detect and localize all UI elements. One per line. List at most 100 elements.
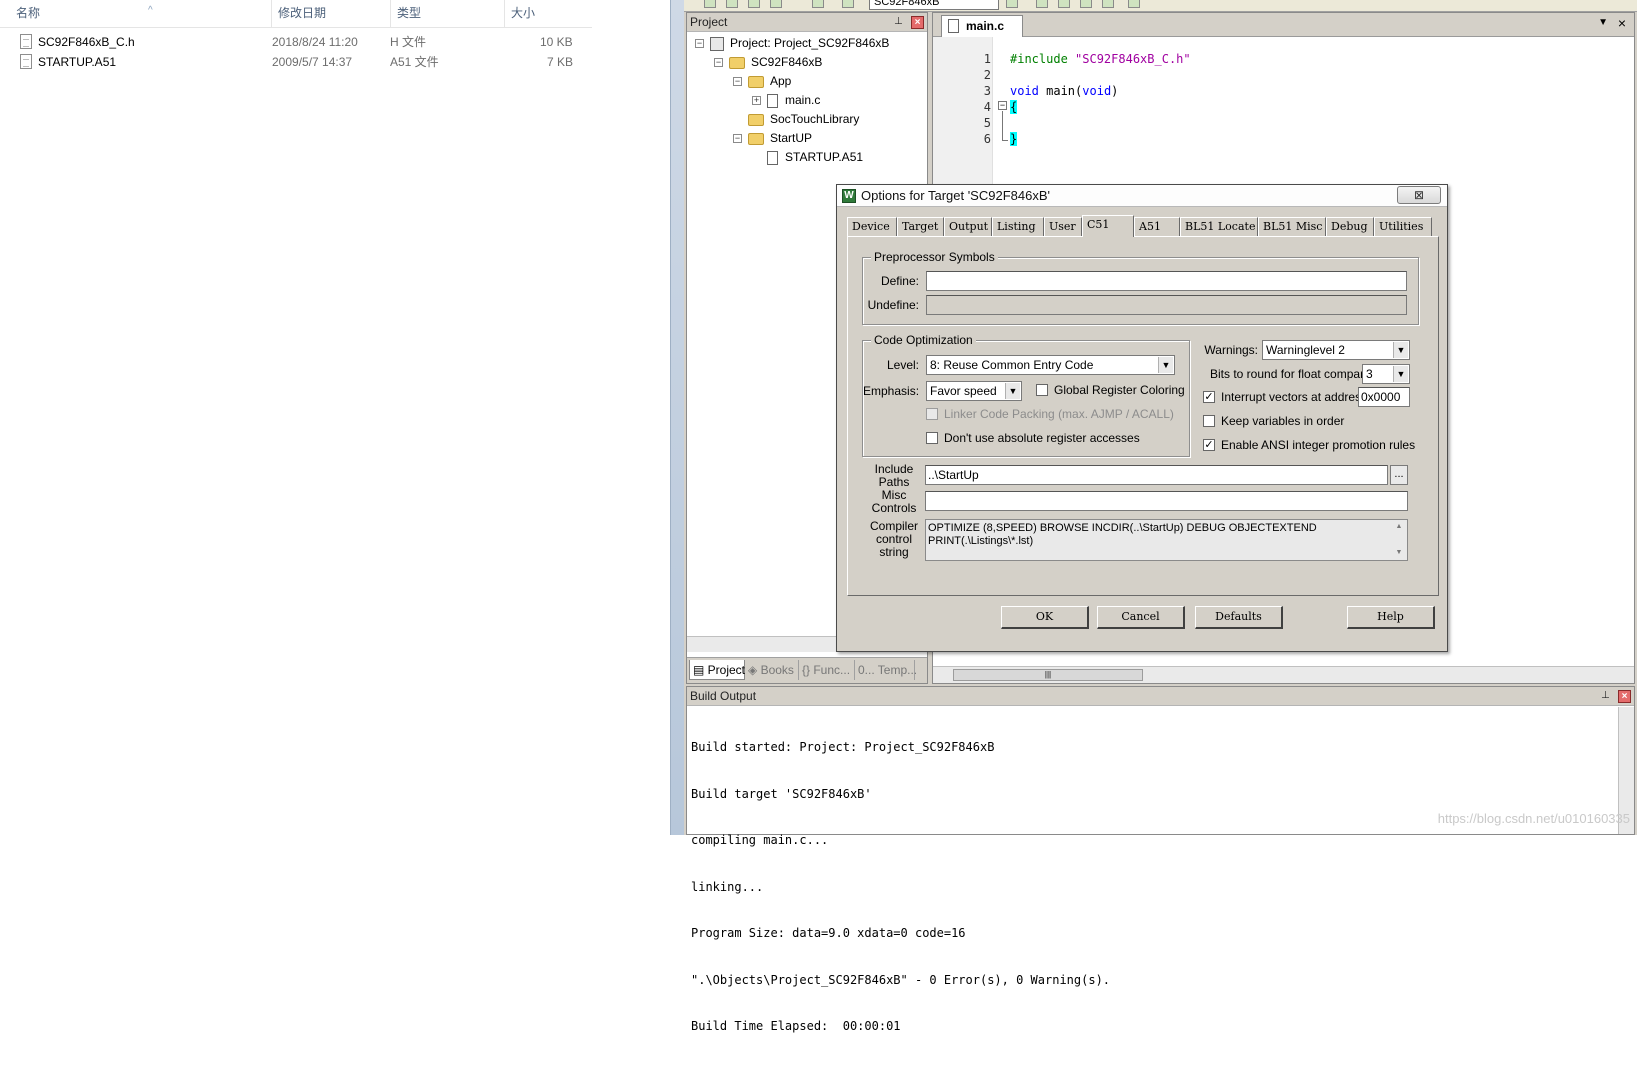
tab-c51[interactable]: C51 xyxy=(1082,215,1134,237)
chevron-down-icon[interactable]: ▼ xyxy=(1598,17,1608,28)
compiler-control-string[interactable]: OPTIMIZE (8,SPEED) BROWSE INCDIR(..\Star… xyxy=(925,519,1408,561)
misc-controls-input[interactable] xyxy=(925,491,1408,511)
tree-group-soctouch[interactable]: SocTouchLibrary xyxy=(748,110,859,129)
toolbar-button-icon[interactable] xyxy=(1058,0,1070,8)
toolbar-button-icon[interactable] xyxy=(1128,0,1140,8)
tab-bl51-locate[interactable]: BL51 Locate xyxy=(1180,217,1258,236)
cancel-button[interactable]: Cancel xyxy=(1097,606,1185,629)
chevron-down-icon[interactable]: ▼ xyxy=(1393,342,1408,358)
keep-variables-checkbox[interactable] xyxy=(1203,415,1215,427)
interrupt-vectors-checkbox[interactable]: ✓ xyxy=(1203,391,1215,403)
ansi-promotion-checkbox[interactable]: ✓ xyxy=(1203,439,1215,451)
toolbar-button-icon[interactable] xyxy=(1102,0,1114,8)
toolbar-button-icon[interactable] xyxy=(1036,0,1048,8)
chevron-down-icon[interactable]: ▼ xyxy=(1005,383,1020,399)
tab-utilities[interactable]: Utilities xyxy=(1374,217,1432,236)
code-line-6[interactable]: } xyxy=(1010,131,1018,147)
build-output-title: Build Output ⊥ × xyxy=(687,687,1634,706)
preprocessor-group: Preprocessor Symbols Define: Undefine: xyxy=(862,250,1419,325)
tree-file-startup[interactable]: STARTUP.A51 xyxy=(767,148,863,167)
build-log[interactable]: Build started: Project: Project_SC92F846… xyxy=(691,709,1110,1066)
browse-include-paths-button[interactable]: ... xyxy=(1390,465,1408,485)
bits-round-select[interactable]: 3 ▼ xyxy=(1362,364,1410,384)
scrollbar-thumb[interactable]: ||| xyxy=(953,669,1143,681)
level-select[interactable]: 8: Reuse Common Entry Code ▼ xyxy=(926,355,1175,375)
column-date[interactable]: 修改日期 xyxy=(271,0,390,28)
tab-main-c[interactable]: main.c xyxy=(941,15,1023,37)
toolbar-button-icon[interactable] xyxy=(770,0,782,8)
toolbar-button-icon[interactable] xyxy=(812,0,824,8)
tab-books[interactable]: ◈ Books xyxy=(745,660,799,680)
toolbar-button-icon[interactable] xyxy=(704,0,716,8)
code-line-4[interactable]: { xyxy=(1010,99,1018,115)
toolbar-button-icon[interactable] xyxy=(1080,0,1092,8)
close-icon[interactable]: × xyxy=(1618,690,1631,703)
linker-packing-checkbox[interactable] xyxy=(926,408,938,420)
tab-user[interactable]: User xyxy=(1044,217,1082,236)
global-register-label: Global Register Coloring xyxy=(1054,383,1185,397)
toolbar-button-icon[interactable] xyxy=(748,0,760,8)
toolbar-button-icon[interactable] xyxy=(842,0,854,8)
tab-output[interactable]: Output xyxy=(944,217,992,236)
tab-target[interactable]: Target xyxy=(897,217,944,236)
build-log-line: ".\Objects\Project_SC92F846xB" - 0 Error… xyxy=(691,972,1111,987)
file-row[interactable]: STARTUP.A51 2009/5/7 14:37 A51 文件 7 KB xyxy=(0,52,592,72)
watermark: https://blog.csdn.net/u010160335 xyxy=(1437,811,1630,826)
code-line-3[interactable]: void main(void) xyxy=(1010,83,1118,99)
undefine-label: Undefine: xyxy=(867,298,919,312)
expand-icon[interactable]: + xyxy=(752,96,761,106)
tree-label: main.c xyxy=(785,93,821,107)
line-number: 1 xyxy=(983,52,991,66)
dialog-titlebar[interactable]: W Options for Target 'SC92F846xB' ⊠ xyxy=(837,185,1447,207)
ok-button[interactable]: OK xyxy=(1001,606,1089,629)
tab-functions[interactable]: {} Func... xyxy=(799,660,855,680)
tab-debug[interactable]: Debug xyxy=(1326,217,1374,236)
close-icon[interactable]: × xyxy=(1618,15,1626,31)
tab-project[interactable]: ▤ Project xyxy=(689,660,745,680)
tab-bl51-misc[interactable]: BL51 Misc xyxy=(1258,217,1326,236)
close-icon[interactable]: × xyxy=(911,16,924,29)
collapse-icon[interactable]: − xyxy=(695,39,704,49)
chevron-down-icon[interactable]: ▼ xyxy=(1158,357,1173,373)
build-output-panel: Build Output ⊥ × Build started: Project:… xyxy=(686,686,1635,1033)
tab-templates[interactable]: 0... Temp... xyxy=(855,660,917,680)
collapse-icon[interactable]: − xyxy=(733,77,742,87)
defaults-button[interactable]: Defaults xyxy=(1195,606,1283,629)
define-input[interactable] xyxy=(926,271,1407,291)
column-type[interactable]: 类型 xyxy=(390,0,504,28)
global-register-checkbox[interactable] xyxy=(1036,384,1048,396)
interrupt-vectors-label: Interrupt vectors at address: xyxy=(1221,390,1371,404)
warnings-select[interactable]: Warninglevel 2 ▼ xyxy=(1262,340,1410,360)
fold-toggle-icon[interactable]: − xyxy=(998,101,1007,110)
include-paths-input[interactable]: ..\StartUp xyxy=(925,465,1388,485)
file-row[interactable]: SC92F846xB_C.h 2018/8/24 11:20 H 文件 10 K… xyxy=(0,32,592,52)
tree-project-root[interactable]: − Project: Project_SC92F846xB xyxy=(695,34,889,53)
emphasis-select[interactable]: Favor speed ▼ xyxy=(926,381,1022,401)
horizontal-scrollbar[interactable]: ||| xyxy=(933,666,1634,683)
tree-group-startup[interactable]: − StartUP xyxy=(733,129,812,148)
code-line-1[interactable]: #include "SC92F846xB_C.h" xyxy=(1010,51,1191,67)
absolute-register-checkbox[interactable] xyxy=(926,432,938,444)
tab-device[interactable]: Device xyxy=(847,217,897,236)
tree-group-app[interactable]: − App xyxy=(733,72,791,91)
tab-listing[interactable]: Listing xyxy=(992,217,1044,236)
tab-a51[interactable]: A51 xyxy=(1134,217,1180,236)
help-button[interactable]: Help xyxy=(1347,606,1435,629)
interrupt-address-input[interactable]: 0x0000 xyxy=(1358,387,1410,407)
toolbar-button-icon[interactable] xyxy=(726,0,738,8)
close-button[interactable]: ⊠ xyxy=(1397,186,1441,204)
pin-icon[interactable]: ⊥ xyxy=(892,16,905,29)
collapse-icon[interactable]: − xyxy=(714,58,723,68)
column-name[interactable]: 名称 ^ xyxy=(10,0,268,28)
undefine-input[interactable] xyxy=(926,295,1407,315)
collapse-icon[interactable]: − xyxy=(733,134,742,144)
column-size[interactable]: 大小 xyxy=(504,0,592,28)
folder-icon xyxy=(748,132,764,145)
chevron-down-icon[interactable]: ▼ xyxy=(1393,366,1408,382)
tree-target[interactable]: − SC92F846xB xyxy=(714,53,822,72)
tree-file-main[interactable]: + main.c xyxy=(752,91,820,110)
target-select[interactable]: SC92F846xB xyxy=(869,0,999,10)
toolbar-button-icon[interactable] xyxy=(1006,0,1018,8)
pin-icon[interactable]: ⊥ xyxy=(1599,690,1612,703)
vertical-scrollbar[interactable]: ▲ ▼ xyxy=(1391,520,1407,560)
